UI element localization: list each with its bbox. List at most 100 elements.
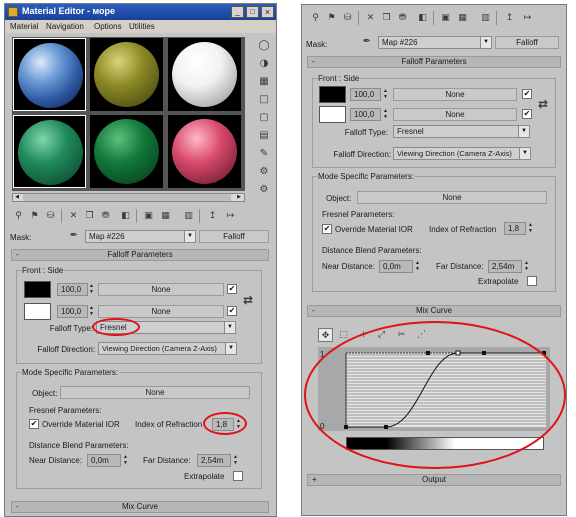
map-name-field[interactable]: Map #226 ▼ xyxy=(85,230,196,243)
unique-icon[interactable]: ⛃ xyxy=(98,209,113,223)
near-distance-field[interactable]: 0,0m xyxy=(379,260,413,273)
map-name-field[interactable]: Map #226 ▼ xyxy=(378,36,492,49)
falloff-parameters-rollout[interactable]: - Falloff Parameters xyxy=(11,249,269,261)
far-distance-spinner[interactable]: ▲ ▼ xyxy=(523,260,530,273)
go-to-parent-icon[interactable]: ↥ xyxy=(205,209,220,223)
material-navigator-icon[interactable]: ⚙ xyxy=(257,183,271,197)
output-rollout[interactable]: + Output xyxy=(307,474,561,486)
front-map-button[interactable]: None xyxy=(98,283,224,296)
map-type-button[interactable]: Falloff xyxy=(495,36,559,49)
side-color-swatch[interactable] xyxy=(319,106,346,123)
sample-slot-1[interactable] xyxy=(13,38,86,111)
front-amount-spinner[interactable]: ▲ ▼ xyxy=(382,88,389,101)
chevron-down-icon[interactable]: ▼ xyxy=(225,343,236,354)
extrapolate-checkbox[interactable] xyxy=(527,276,537,286)
show-end-result-icon[interactable]: ▥ xyxy=(181,209,196,223)
menu-options[interactable]: Options xyxy=(94,22,122,31)
near-distance-spinner[interactable]: ▲ ▼ xyxy=(414,260,421,273)
put-material-icon[interactable]: ⚑ xyxy=(324,11,339,25)
falloff-direction-dropdown[interactable]: Viewing Direction (Camera Z-Axis) ▼ xyxy=(98,342,237,355)
object-pick-button[interactable]: None xyxy=(60,386,250,399)
close-button[interactable]: × xyxy=(261,6,274,18)
side-amount-spinner[interactable]: ▲ ▼ xyxy=(382,108,389,121)
falloff-parameters-rollout[interactable]: - Falloff Parameters xyxy=(307,56,561,68)
front-amount-field[interactable]: 100,0 xyxy=(57,283,88,296)
show-map-icon[interactable]: ▦ xyxy=(158,209,173,223)
put-library-icon[interactable]: ◧ xyxy=(118,209,133,223)
front-map-enable-checkbox[interactable]: ✔ xyxy=(227,284,237,294)
ior-field[interactable]: 1,8 xyxy=(504,222,526,235)
uv-tiling-icon[interactable]: □ xyxy=(257,93,271,107)
make-preview-icon[interactable]: ▤ xyxy=(257,129,271,143)
chevron-down-icon[interactable]: ▼ xyxy=(518,126,529,137)
menu-navigation[interactable]: Navigation xyxy=(46,22,84,31)
side-map-button[interactable]: None xyxy=(393,108,517,121)
go-forward-icon[interactable]: ↦ xyxy=(223,209,238,223)
swap-colors-icon[interactable]: ⇄ xyxy=(536,97,550,111)
side-map-enable-checkbox[interactable]: ✔ xyxy=(227,306,237,316)
maximize-button[interactable]: □ xyxy=(246,6,259,18)
front-color-swatch[interactable] xyxy=(24,281,51,298)
reset-icon[interactable]: ✕ xyxy=(363,11,378,25)
scroll-thumb[interactable] xyxy=(23,194,231,201)
far-distance-spinner[interactable]: ▲ ▼ xyxy=(232,454,239,467)
sample-slot-4[interactable] xyxy=(13,115,86,188)
go-to-parent-icon[interactable]: ↥ xyxy=(502,11,517,25)
video-check-icon[interactable]: ▢ xyxy=(257,111,271,125)
select-by-material-icon[interactable]: ⚙ xyxy=(257,165,271,179)
chevron-down-icon[interactable]: ▼ xyxy=(480,37,491,48)
override-ior-checkbox[interactable]: ✔ xyxy=(322,224,332,234)
assign-material-icon[interactable]: ⛁ xyxy=(43,209,58,223)
near-distance-spinner[interactable]: ▲ ▼ xyxy=(122,454,129,467)
side-amount-field[interactable]: 100,0 xyxy=(57,305,88,318)
side-amount-field[interactable]: 100,0 xyxy=(350,108,381,121)
show-map-icon[interactable]: ▦ xyxy=(455,11,470,25)
front-amount-spinner[interactable]: ▲ ▼ xyxy=(88,283,95,296)
map-type-button[interactable]: Falloff xyxy=(199,230,269,243)
chevron-down-icon[interactable]: ▼ xyxy=(184,231,195,242)
object-pick-button[interactable]: None xyxy=(357,191,547,204)
sample-type-icon[interactable]: ◯ xyxy=(257,39,271,53)
ior-spinner[interactable]: ▲ ▼ xyxy=(527,222,534,235)
make-copy-icon[interactable]: ❐ xyxy=(82,209,97,223)
sample-slot-2[interactable] xyxy=(90,38,163,111)
eyedropper-icon[interactable]: ✒ xyxy=(67,229,81,243)
chevron-down-icon[interactable]: ▼ xyxy=(519,148,530,159)
material-id-icon[interactable]: ▣ xyxy=(141,209,156,223)
front-amount-field[interactable]: 100,0 xyxy=(350,88,381,101)
go-forward-icon[interactable]: ↦ xyxy=(520,11,535,25)
side-map-enable-checkbox[interactable]: ✔ xyxy=(522,109,532,119)
background-icon[interactable]: ▦ xyxy=(257,75,271,89)
reset-icon[interactable]: ✕ xyxy=(66,209,81,223)
front-map-button[interactable]: None xyxy=(393,88,517,101)
side-color-swatch[interactable] xyxy=(24,303,51,320)
side-amount-spinner[interactable]: ▲ ▼ xyxy=(88,305,95,318)
override-ior-checkbox[interactable]: ✔ xyxy=(29,419,39,429)
front-color-swatch[interactable] xyxy=(319,86,346,103)
get-material-icon[interactable]: ⚲ xyxy=(11,209,26,223)
make-copy-icon[interactable]: ❐ xyxy=(379,11,394,25)
mix-curve-rollout[interactable]: - Mix Curve xyxy=(307,305,561,317)
options-icon[interactable]: ✎ xyxy=(257,147,271,161)
far-distance-field[interactable]: 2,54m xyxy=(488,260,522,273)
backlight-icon[interactable]: ◑ xyxy=(257,57,271,71)
extrapolate-checkbox[interactable] xyxy=(233,471,243,481)
unique-icon[interactable]: ⛃ xyxy=(395,11,410,25)
put-library-icon[interactable]: ◧ xyxy=(415,11,430,25)
scroll-right-icon[interactable]: ▶ xyxy=(235,194,243,201)
far-distance-field[interactable]: 2,54m xyxy=(197,454,231,467)
sample-slot-3[interactable] xyxy=(168,38,241,111)
side-map-button[interactable]: None xyxy=(98,305,224,318)
put-material-icon[interactable]: ⚑ xyxy=(27,209,42,223)
menu-utilities[interactable]: Utilities xyxy=(129,22,155,31)
assign-material-icon[interactable]: ⛁ xyxy=(340,11,355,25)
get-material-icon[interactable]: ⚲ xyxy=(308,11,323,25)
sample-slot-5[interactable] xyxy=(90,115,163,188)
sample-slot-6[interactable] xyxy=(168,115,241,188)
eyedropper-icon[interactable]: ✒ xyxy=(360,35,374,49)
chevron-down-icon[interactable]: ▼ xyxy=(224,322,235,333)
slots-scrollbar[interactable]: ◀ ▶ xyxy=(12,193,245,202)
show-end-result-icon[interactable]: ▥ xyxy=(478,11,493,25)
scroll-left-icon[interactable]: ◀ xyxy=(13,194,21,201)
front-map-enable-checkbox[interactable]: ✔ xyxy=(522,89,532,99)
